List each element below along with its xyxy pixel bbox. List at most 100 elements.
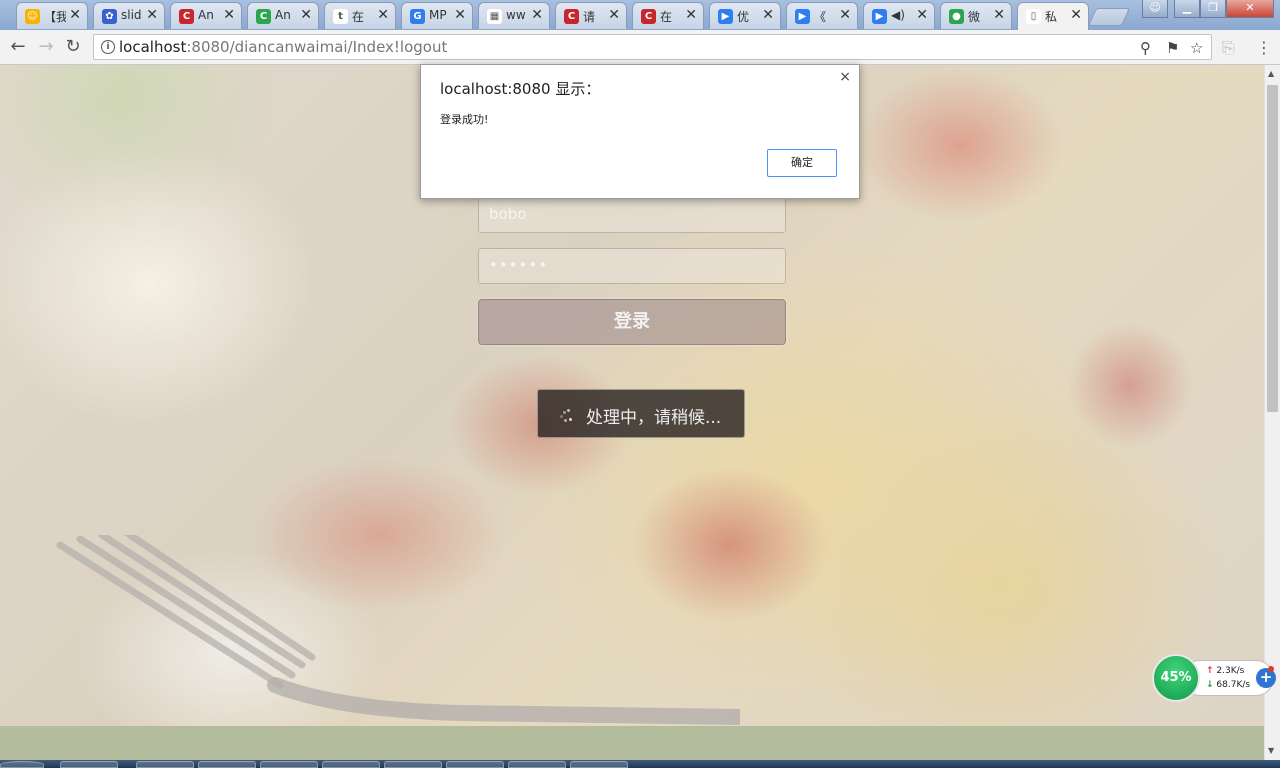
tab-close-icon[interactable]: ✕ xyxy=(608,7,620,23)
password-input[interactable]: •••••• xyxy=(478,248,786,284)
alert-dialog: localhost:8080 显示： × 登录成功! 确定 xyxy=(420,64,860,199)
tab-title: MP xyxy=(429,8,447,22)
tab-title: 请 xyxy=(583,10,596,24)
bookmark-star-icon[interactable]: ☆ xyxy=(1190,39,1203,57)
tab-close-icon[interactable]: ✕ xyxy=(1070,7,1082,23)
tab-close-icon[interactable]: ✕ xyxy=(223,7,235,23)
browser-tab[interactable]: ✿ slid ✕ xyxy=(93,2,165,29)
browser-tab[interactable]: G MP ✕ xyxy=(401,2,473,29)
start-button[interactable] xyxy=(0,761,44,768)
browser-tab[interactable]: C An ✕ xyxy=(247,2,319,29)
taskbar-item[interactable] xyxy=(260,761,318,768)
browser-tab[interactable]: ☺ 【我 ✕ xyxy=(16,2,88,29)
tab-title: slid xyxy=(121,8,142,22)
loading-toast: 处理中，请稍候... xyxy=(537,389,745,438)
zoom-icon[interactable]: ⚲ xyxy=(1140,39,1151,57)
tab-favicon-icon: C xyxy=(179,9,194,24)
tab-close-icon[interactable]: ✕ xyxy=(685,7,697,23)
network-speed-widget[interactable]: 45% ↑ 2.3K/s ↓ 68.7K/s + xyxy=(1152,654,1278,702)
browser-tab[interactable]: ▦ ww ✕ xyxy=(478,2,550,29)
tab-strip: ☺ 【我 ✕ ✿ slid ✕ C An ✕ C An ✕ t 在 ✕ G MP ✕ ▦ ww ✕ C 请 ✕ C 在 ✕ ▶ 优 ✕ ▶ 《… xyxy=(0,0,1280,30)
tab-favicon-icon: ☺ xyxy=(25,9,40,24)
url-text[interactable]: localhost:8080/diancanwaimai/Index!logou… xyxy=(119,38,447,56)
scrollbar-thumb[interactable] xyxy=(1267,85,1278,412)
dialog-title: localhost:8080 显示： xyxy=(440,80,601,98)
browser-tab[interactable]: ▶ 优 ✕ xyxy=(709,2,781,29)
tab-close-icon[interactable]: ✕ xyxy=(300,7,312,23)
tab-title: 优 xyxy=(737,10,750,24)
tab-close-icon[interactable]: ✕ xyxy=(69,7,81,23)
taskbar-item[interactable] xyxy=(508,761,566,768)
tab-title: ◀) xyxy=(891,8,905,22)
scroll-down-icon[interactable]: ▼ xyxy=(1268,746,1274,755)
browser-tab[interactable]: ▶ 《 ✕ xyxy=(786,2,858,29)
extension-icon[interactable]: ⚑ xyxy=(1166,39,1179,57)
tab-close-icon[interactable]: ✕ xyxy=(531,7,543,23)
taskbar-item[interactable] xyxy=(136,761,194,768)
download-arrow-icon: ↓ xyxy=(1206,680,1214,690)
window-close-button[interactable]: ✕ xyxy=(1226,0,1274,18)
tab-favicon-icon: ▶ xyxy=(872,9,887,24)
pdf-extension-icon[interactable]: ⎘ xyxy=(1222,38,1235,58)
tab-favicon-icon: ▯ xyxy=(1026,9,1041,24)
tab-favicon-icon: ● xyxy=(949,9,964,24)
tab-favicon-icon: C xyxy=(256,9,271,24)
username-input[interactable]: bobo xyxy=(478,197,786,233)
taskbar-item[interactable] xyxy=(570,761,628,768)
os-taskbar xyxy=(0,760,1280,768)
tab-close-icon[interactable]: ✕ xyxy=(762,7,774,23)
tab-favicon-icon: ▶ xyxy=(795,9,810,24)
tab-close-icon[interactable]: ✕ xyxy=(839,7,851,23)
reload-icon[interactable]: ↻ xyxy=(63,37,83,57)
minimize-button[interactable]: ▁ xyxy=(1174,0,1200,18)
address-bar[interactable]: i localhost:8080/diancanwaimai/Index!log… xyxy=(93,34,1212,60)
download-speed: ↓ 68.7K/s xyxy=(1206,680,1251,690)
browser-tab[interactable]: ▶ ◀) ✕ xyxy=(863,2,935,29)
browser-tab[interactable]: C An ✕ xyxy=(170,2,242,29)
back-icon[interactable]: ← xyxy=(8,37,28,57)
spinner-icon xyxy=(560,409,574,423)
tab-favicon-icon: ▦ xyxy=(487,9,502,24)
taskbar-item[interactable] xyxy=(446,761,504,768)
tab-title: An xyxy=(275,8,291,22)
forward-icon[interactable]: → xyxy=(36,37,56,57)
profile-icon[interactable]: ☺ xyxy=(1142,0,1168,18)
upload-arrow-icon: ↑ xyxy=(1206,666,1214,676)
notification-dot xyxy=(1268,666,1274,672)
browser-tab[interactable]: ▯ 私 ✕ xyxy=(1017,2,1089,30)
taskbar-item[interactable] xyxy=(198,761,256,768)
taskbar-item[interactable] xyxy=(384,761,442,768)
taskbar-item[interactable] xyxy=(60,761,118,768)
tab-favicon-icon: C xyxy=(564,9,579,24)
loading-text: 处理中，请稍候... xyxy=(586,408,722,428)
memory-usage-badge[interactable]: 45% xyxy=(1152,654,1200,702)
tab-title: 微 xyxy=(968,10,981,24)
site-info-icon[interactable]: i xyxy=(101,40,115,54)
login-button[interactable]: 登录 xyxy=(478,299,786,345)
tab-close-icon[interactable]: ✕ xyxy=(993,7,1005,23)
page-footer-band xyxy=(0,726,1264,760)
tab-close-icon[interactable]: ✕ xyxy=(916,7,928,23)
dialog-close-icon[interactable]: × xyxy=(839,69,851,85)
dialog-ok-button[interactable]: 确定 xyxy=(767,149,837,177)
tab-title: 在 xyxy=(352,10,365,24)
tab-title: 私 xyxy=(1045,10,1058,24)
browser-tab[interactable]: ● 微 ✕ xyxy=(940,2,1012,29)
tab-title: An xyxy=(198,8,214,22)
tab-favicon-icon: ✿ xyxy=(102,9,117,24)
browser-tab[interactable]: t 在 ✕ xyxy=(324,2,396,29)
scroll-up-icon[interactable]: ▲ xyxy=(1268,69,1274,78)
browser-tab[interactable]: C 在 ✕ xyxy=(632,2,704,29)
browser-toolbar: ← → ↻ i localhost:8080/diancanwaimai/Ind… xyxy=(0,30,1280,65)
tab-close-icon[interactable]: ✕ xyxy=(377,7,389,23)
browser-tab[interactable]: C 请 ✕ xyxy=(555,2,627,29)
tab-close-icon[interactable]: ✕ xyxy=(454,7,466,23)
maximize-button[interactable]: ❐ xyxy=(1200,0,1226,18)
tab-favicon-icon: t xyxy=(333,9,348,24)
tab-close-icon[interactable]: ✕ xyxy=(146,7,158,23)
tab-title: ww xyxy=(506,8,526,22)
menu-icon[interactable]: ⋮ xyxy=(1256,38,1272,57)
new-tab-button[interactable] xyxy=(1087,8,1131,26)
taskbar-item[interactable] xyxy=(322,761,380,768)
tab-favicon-icon: C xyxy=(641,9,656,24)
